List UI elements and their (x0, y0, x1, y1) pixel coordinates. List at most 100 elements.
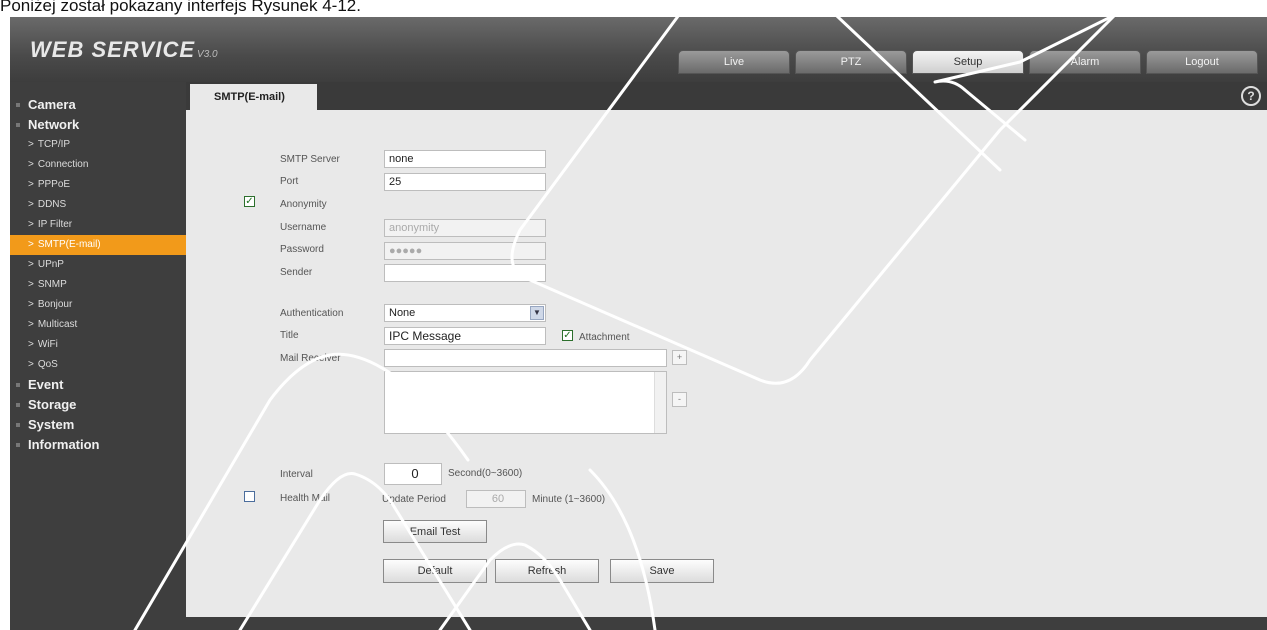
tab-live[interactable]: Live (678, 50, 790, 74)
sender-input[interactable] (384, 264, 546, 282)
sidebar-item-label: Network (28, 117, 80, 132)
interval-unit: Second(0~3600) (448, 468, 523, 479)
sidebar-item-storage[interactable]: Storage (10, 395, 186, 415)
sidebar-item-upnp[interactable]: > UPnP (10, 255, 186, 275)
update-period-label: Update Period (382, 494, 446, 505)
authentication-value: None (389, 307, 416, 319)
scrollbar[interactable] (654, 372, 666, 433)
email-test-button[interactable]: Email Test (383, 520, 487, 543)
chevron-down-icon: ▼ (530, 306, 544, 320)
sidebar-item-event[interactable]: Event (10, 375, 186, 395)
save-button[interactable]: Save (610, 559, 714, 583)
chevron-right-icon: > (28, 339, 34, 350)
smtp-server-input[interactable]: none (384, 150, 546, 168)
interval-label: Interval (280, 469, 313, 480)
sidebar-item-connection[interactable]: > Connection (10, 155, 186, 175)
smtp-server-label: SMTP Server (280, 154, 340, 165)
sender-label: Sender (280, 267, 313, 278)
content-panel: SMTP(E-mail) ? SMTP Server none Port 25 … (186, 82, 1267, 617)
sidebar-item-information[interactable]: Information (10, 435, 186, 455)
sidebar-item-label: QoS (37, 359, 58, 370)
password-label: Password (280, 244, 324, 255)
sidebar-item-smtp[interactable]: > SMTP(E-mail) (10, 235, 186, 255)
sidebar-item-label: Connection (37, 159, 89, 170)
sidebar-item-label: Event (28, 377, 64, 392)
chevron-right-icon: > (28, 239, 34, 250)
bullet-icon (16, 443, 20, 447)
sidebar-item-label: System (28, 417, 75, 432)
header: WEB SERVICE V3.0 Live PTZ Setup Alarm Log… (10, 17, 1267, 82)
attachment-checkbox[interactable]: ✓ (562, 330, 573, 341)
sidebar-item-label: TCP/IP (37, 139, 71, 150)
chevron-right-icon: > (28, 279, 34, 290)
add-receiver-button[interactable]: + (672, 350, 687, 365)
sidebar-item-label: DDNS (37, 199, 67, 210)
mail-receiver-list[interactable] (384, 371, 667, 434)
document-caption: Poniżej został pokazany interfejs Rysune… (0, 0, 361, 15)
bullet-icon (16, 123, 20, 127)
sidebar-item-label: Bonjour (37, 299, 73, 310)
web-service-app: WEB SERVICE V3.0 Live PTZ Setup Alarm Log… (10, 17, 1267, 630)
sidebar-item-network[interactable]: Network (10, 115, 186, 135)
tab-setup[interactable]: Setup (912, 50, 1024, 74)
username-label: Username (280, 222, 327, 233)
sidebar-item-label: Camera (28, 97, 76, 112)
interval-input[interactable]: 0 (384, 463, 442, 485)
port-input[interactable]: 25 (384, 173, 546, 191)
sidebar-item-label: WiFi (37, 339, 58, 350)
sidebar-item-snmp[interactable]: > SNMP (10, 275, 186, 295)
chevron-right-icon: > (28, 139, 34, 150)
chevron-right-icon: > (28, 299, 34, 310)
anonymity-label: Anonymity (280, 199, 327, 210)
sidebar-item-camera[interactable]: Camera (10, 95, 186, 115)
help-icon[interactable]: ? (1241, 86, 1261, 106)
sidebar-item-qos[interactable]: > QoS (10, 355, 186, 375)
content-tabbar: SMTP(E-mail) ? (186, 82, 1267, 110)
tab-logout[interactable]: Logout (1146, 50, 1258, 74)
chevron-right-icon: > (28, 359, 34, 370)
sidebar-item-multicast[interactable]: > Multicast (10, 315, 186, 335)
bullet-icon (16, 403, 20, 407)
sidebar-item-label: SMTP(E-mail) (37, 239, 101, 250)
sidebar-item-label: UPnP (37, 259, 64, 270)
authentication-label: Authentication (280, 308, 344, 319)
authentication-select[interactable]: None ▼ (384, 304, 546, 322)
sidebar-item-bonjour[interactable]: > Bonjour (10, 295, 186, 315)
sidebar-item-label: Storage (28, 397, 77, 412)
sidebar-item-ip-filter[interactable]: > IP Filter (10, 215, 186, 235)
health-mail-label: Health Mail (280, 493, 331, 504)
update-period-input[interactable]: 60 (466, 490, 526, 508)
anonymity-checkbox[interactable]: ✓ (244, 196, 255, 207)
attachment-label: Attachment (579, 332, 630, 343)
username-input[interactable]: anonymity (384, 219, 546, 237)
chevron-right-icon: > (28, 319, 34, 330)
chevron-right-icon: > (28, 199, 34, 210)
tab-ptz[interactable]: PTZ (795, 50, 907, 74)
refresh-button[interactable]: Refresh (495, 559, 599, 583)
tab-smtp-email[interactable]: SMTP(E-mail) (190, 84, 317, 110)
logo-text: WEB SERVICE (30, 37, 196, 62)
sidebar-item-ddns[interactable]: > DDNS (10, 195, 186, 215)
remove-receiver-button[interactable]: - (672, 392, 687, 407)
password-input[interactable]: ●●●●● (384, 242, 546, 260)
sidebar: Camera Network > TCP/IP > Connection > PPPo… (10, 95, 186, 455)
sidebar-item-wifi[interactable]: > WiFi (10, 335, 186, 355)
footer-bar (10, 617, 1267, 630)
sidebar-item-tcpip[interactable]: > TCP/IP (10, 135, 186, 155)
chevron-right-icon: > (28, 219, 34, 230)
sidebar-item-label: Information (28, 437, 100, 452)
bullet-icon (16, 383, 20, 387)
default-button[interactable]: Default (383, 559, 487, 583)
logo-version: V3.0 (197, 49, 218, 60)
health-mail-checkbox[interactable] (244, 491, 255, 502)
update-period-unit: Minute (1~3600) (532, 494, 606, 505)
top-tabs: Live PTZ Setup Alarm Logout (678, 50, 1263, 74)
sidebar-item-label: IP Filter (37, 219, 73, 230)
sidebar-item-pppoe[interactable]: > PPPoE (10, 175, 186, 195)
mail-receiver-input[interactable] (384, 349, 667, 367)
logo: WEB SERVICE V3.0 (30, 37, 218, 63)
chevron-right-icon: > (28, 179, 34, 190)
title-input[interactable]: IPC Message (384, 327, 546, 345)
tab-alarm[interactable]: Alarm (1029, 50, 1141, 74)
sidebar-item-system[interactable]: System (10, 415, 186, 435)
